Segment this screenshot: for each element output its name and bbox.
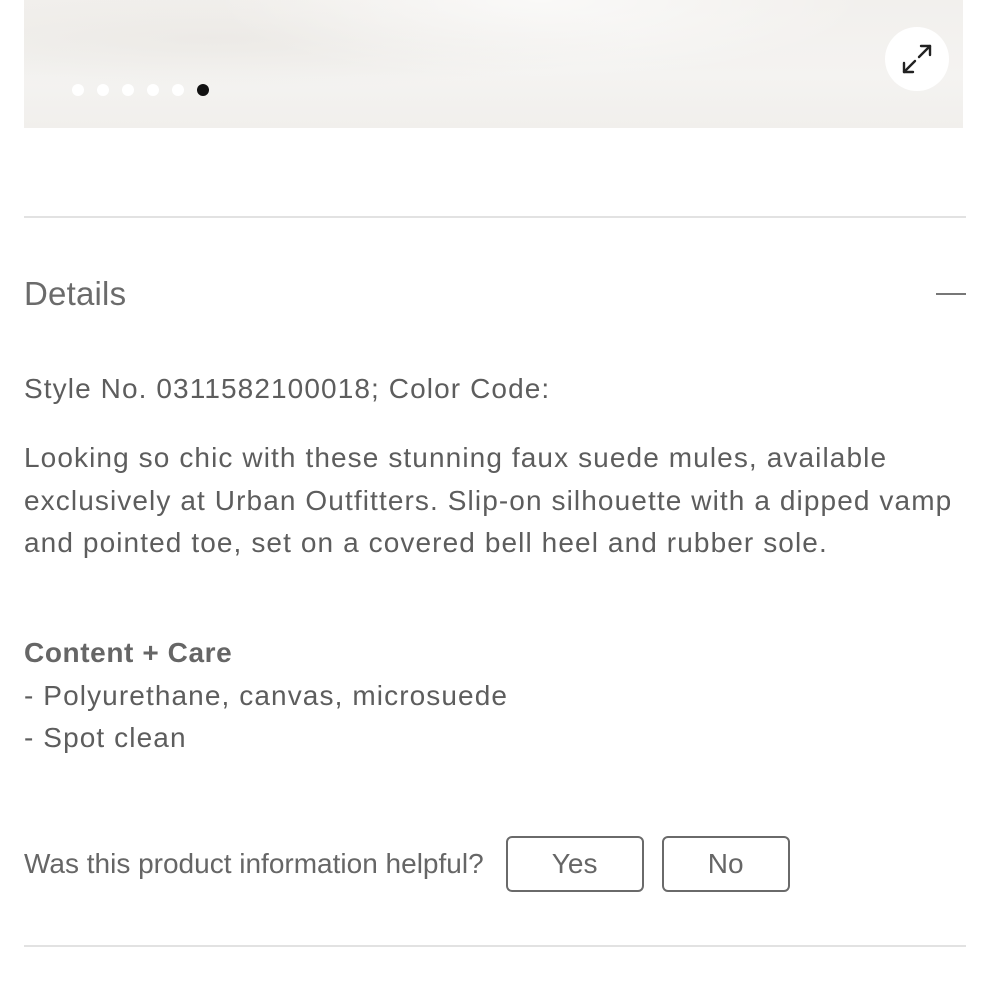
feedback-question: Was this product information helpful? bbox=[24, 848, 484, 879]
section-divider bbox=[24, 216, 966, 218]
product-image-gallery[interactable] bbox=[24, 0, 963, 128]
details-accordion-header[interactable]: Details bbox=[24, 264, 966, 324]
details-title: Details bbox=[24, 275, 127, 312]
gallery-dot[interactable] bbox=[147, 84, 159, 96]
gallery-dot[interactable] bbox=[122, 84, 134, 96]
expand-arrows-icon bbox=[902, 44, 932, 74]
helpfulness-feedback: Was this product information helpful? Ye… bbox=[24, 834, 790, 894]
gallery-dot[interactable] bbox=[72, 84, 84, 96]
style-number: Style No. 0311582100018; Color Code: bbox=[24, 373, 551, 404]
care-item: - Polyurethane, canvas, microsuede bbox=[24, 679, 509, 711]
content-care-title: Content + Care bbox=[24, 637, 233, 668]
gallery-pagination-dots bbox=[72, 84, 209, 96]
section-divider bbox=[24, 945, 966, 947]
expand-image-button[interactable] bbox=[885, 27, 949, 91]
feedback-yes-button[interactable]: Yes bbox=[505, 836, 644, 892]
gallery-dot[interactable] bbox=[172, 84, 184, 96]
care-item: - Spot clean bbox=[24, 722, 187, 753]
product-image bbox=[24, 0, 963, 128]
content-care-section: Content + Care - Polyurethane, canvas, m… bbox=[24, 632, 508, 760]
product-description: Looking so chic with these stunning faux… bbox=[24, 442, 953, 558]
product-details-page: Details Style No. 0311582100018; Color C… bbox=[0, 0, 1000, 999]
feedback-no-button[interactable]: No bbox=[661, 836, 790, 892]
minus-icon[interactable] bbox=[936, 279, 966, 309]
gallery-dot[interactable] bbox=[97, 84, 109, 96]
gallery-dot-active[interactable] bbox=[197, 84, 209, 96]
